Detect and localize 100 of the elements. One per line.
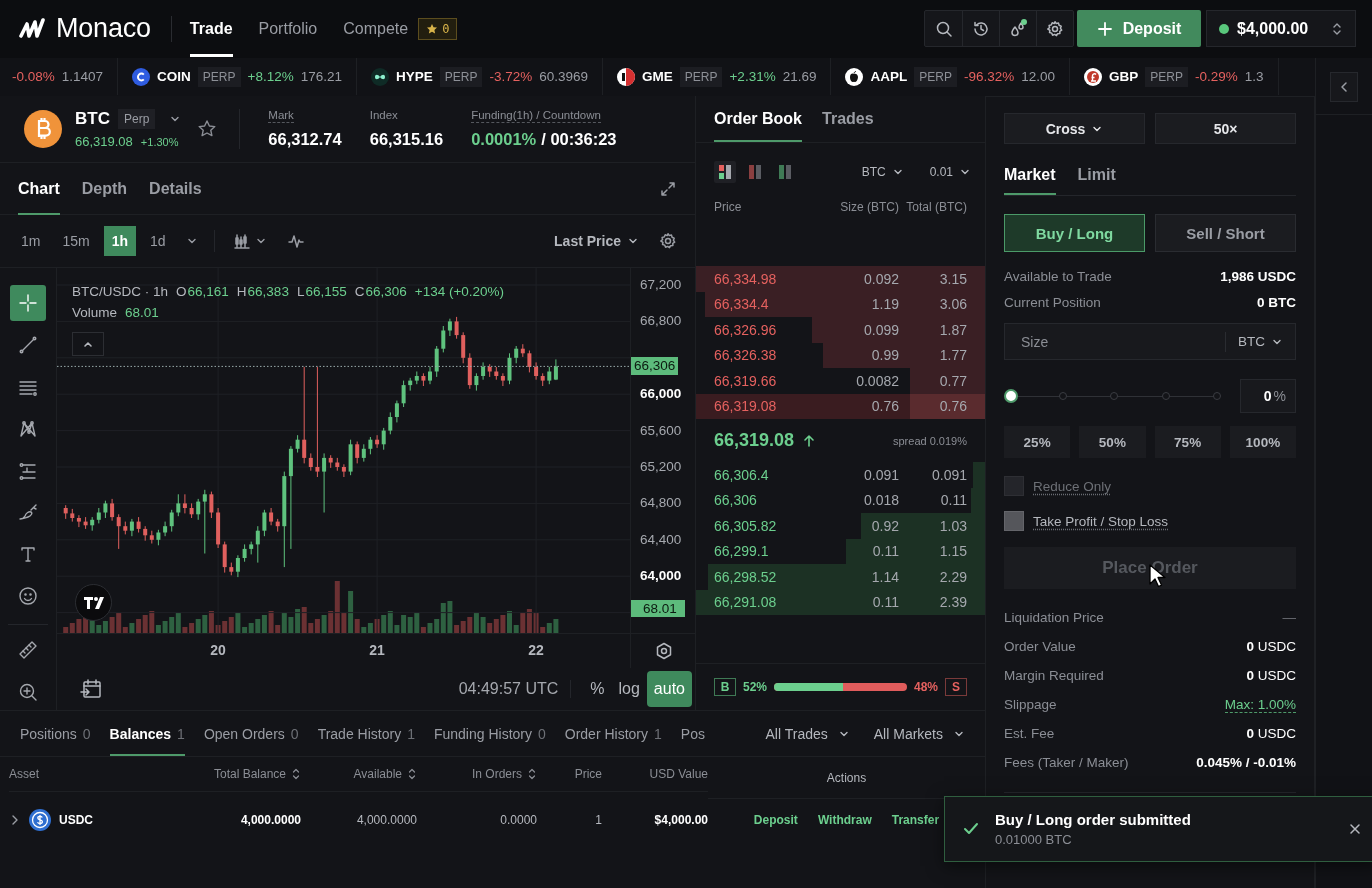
order-book-row[interactable]: 66,326.38 0.99 1.77	[696, 342, 985, 368]
total-cell-text: 3.06	[938, 296, 967, 313]
book-tab[interactable]: Order Book	[714, 96, 802, 142]
panel-tab[interactable]: Positions 0	[20, 711, 91, 756]
panel-tab[interactable]: Trade History 1	[317, 711, 415, 756]
order-type-tab[interactable]: Limit	[1077, 161, 1116, 195]
action-link[interactable]: Deposit	[753, 813, 798, 827]
total-cell-text: 1.15	[938, 543, 967, 560]
last-price-tag: 66,306	[631, 357, 679, 376]
price-cell-text: 66,299.1	[714, 543, 770, 560]
stat-label: Funding(1h) / Countdown	[471, 109, 601, 123]
size-field[interactable]: Size BTC	[1004, 323, 1296, 360]
scale-button[interactable]: auto	[646, 671, 692, 707]
interval-button[interactable]: 15m	[54, 226, 98, 256]
column-header[interactable]: Total Balance	[159, 757, 301, 792]
percent-preset-button[interactable]: 100%	[1229, 426, 1296, 458]
ticker-price: 1.3	[1244, 69, 1264, 84]
option-label[interactable]: Take Profit / Stop Loss	[1033, 513, 1169, 529]
chart-tab[interactable]: Details	[149, 162, 202, 215]
order-type-tab[interactable]: Market	[1004, 161, 1056, 195]
action-link[interactable]: Withdraw	[817, 813, 872, 827]
brand-name: Monaco	[56, 13, 151, 44]
order-book-row[interactable]: 66,305.82 0.92 1.03	[696, 513, 985, 539]
panel-tab[interactable]: Order History 1	[564, 711, 662, 756]
filter-dropdown[interactable]: All Markets	[873, 725, 965, 742]
stat-value: 66,315.16	[369, 130, 444, 149]
interval-button[interactable]: 1d	[142, 226, 174, 256]
order-book-row[interactable]: 66,319.08 0.76 0.76	[696, 393, 985, 419]
toast-title: Buy / Long order submitted	[995, 811, 1192, 828]
mid-price: 66,319.08	[714, 430, 795, 451]
nav-tab[interactable]: Portfolio	[258, 0, 318, 57]
percent-preset-button[interactable]: 50%	[1079, 426, 1146, 458]
book-tab[interactable]: Trades	[822, 96, 874, 142]
panel-tab[interactable]: Funding History 0	[433, 711, 546, 756]
scale-button[interactable]: log	[611, 671, 647, 707]
panel-tab[interactable]: Balances 1	[109, 711, 185, 756]
interval-button[interactable]: 1h	[103, 226, 137, 256]
table-cell-text: 0.0000	[499, 812, 537, 829]
order-book-row[interactable]: 66,334.98 0.092 3.15	[696, 266, 985, 292]
countdown: / 00:36:23	[541, 130, 617, 149]
buy-button[interactable]: Buy / Long	[1004, 214, 1145, 252]
ticker-symbol[interactable]: GME	[642, 69, 673, 84]
interval-button[interactable]: 1m	[13, 226, 49, 256]
slippage-link[interactable]: Max: 1.00%	[1224, 696, 1296, 713]
column-header: Asset	[9, 757, 159, 792]
scale-button[interactable]: %	[583, 671, 612, 707]
size-cell-text: 0.099	[862, 321, 899, 338]
ticker-symbol[interactable]: HYPE	[396, 69, 433, 84]
unit-dropdown[interactable]: BTC	[861, 164, 904, 179]
price-axis-label: 65,200	[640, 458, 682, 476]
price-axis-label: 66,800	[640, 312, 682, 331]
detail-label: Slippage	[1004, 697, 1057, 712]
order-book-row[interactable]: 66,319.66 0.0082 0.77	[696, 368, 985, 394]
market-symbol: BTC	[75, 109, 110, 129]
detail-label: Margin Required	[1004, 668, 1104, 683]
order-book-row[interactable]: 66,326.96 0.099 1.87	[696, 317, 985, 343]
order-book-row[interactable]: 66,299.1 0.11 1.15	[696, 538, 985, 564]
detail-value: 0.045% / -0.01%	[1196, 755, 1296, 770]
total-cell-text: 3.15	[938, 270, 967, 287]
size-cell-text: 0.11	[871, 594, 899, 611]
price-cell-text: 66,306.4	[714, 466, 770, 483]
chart-symbol: BTC/USDC · 1h	[72, 284, 169, 299]
time-axis-label: 21	[369, 642, 385, 658]
percent-field[interactable]: 0%	[1240, 379, 1296, 413]
ticker-symbol[interactable]: COIN	[157, 69, 191, 84]
column-header[interactable]: In Orders	[417, 757, 537, 792]
price-cell-text: 66,291.08	[714, 594, 778, 611]
ticker-symbol[interactable]: AAPL	[870, 69, 908, 84]
unit-dropdown[interactable]: BTC	[1225, 331, 1295, 352]
stat-label: Index	[369, 109, 398, 123]
filter-dropdown[interactable]: All Trades	[765, 725, 850, 742]
order-book-row[interactable]: 66,291.08 0.11 2.39	[696, 589, 985, 615]
leverage-button[interactable]: 50×	[1155, 113, 1296, 144]
stat-value: 0.0001%	[471, 130, 537, 149]
price-source-dropdown[interactable]: Last Price	[548, 226, 645, 256]
order-book-row[interactable]: 66,306.4 0.091 0.091	[696, 462, 985, 488]
sell-percent: 48%	[913, 680, 938, 694]
tick-size-dropdown[interactable]: 0.01	[929, 164, 971, 179]
ticker-price: 21.69	[782, 69, 817, 84]
percent-preset-button[interactable]: 25%	[1004, 426, 1071, 458]
account-button[interactable]: $4,000.00	[1206, 10, 1356, 47]
margin-mode-dropdown[interactable]: Cross	[1004, 113, 1145, 144]
column-header[interactable]: Available	[301, 757, 417, 792]
percent-preset-button[interactable]: 75%	[1154, 426, 1221, 458]
chart-tab[interactable]: Depth	[81, 162, 128, 215]
chart-tab[interactable]: Chart	[18, 162, 60, 215]
order-book-row[interactable]: 66,334.4 1.19 3.06	[696, 291, 985, 317]
order-book-row[interactable]: 66,306 0.018 0.11	[696, 487, 985, 513]
deposit-button[interactable]: Deposit	[1077, 10, 1201, 47]
panel-tab[interactable]: Pos	[680, 711, 705, 756]
total-cell-text: 0.11	[939, 492, 967, 509]
action-link[interactable]: Transfer	[891, 813, 940, 827]
order-book-row[interactable]: 66,298.52 1.14 2.29	[696, 564, 985, 590]
nav-tab[interactable]: Compete	[343, 0, 409, 57]
ticker-symbol[interactable]: GBP	[1109, 69, 1139, 84]
panel-tab[interactable]: Open Orders 0	[203, 711, 299, 756]
price-axis-label: 64,400	[640, 530, 682, 549]
price-cell-text: 66,334.4	[714, 296, 770, 313]
sell-button[interactable]: Sell / Short	[1155, 214, 1296, 252]
ohlc-value: C66,306	[354, 284, 407, 299]
